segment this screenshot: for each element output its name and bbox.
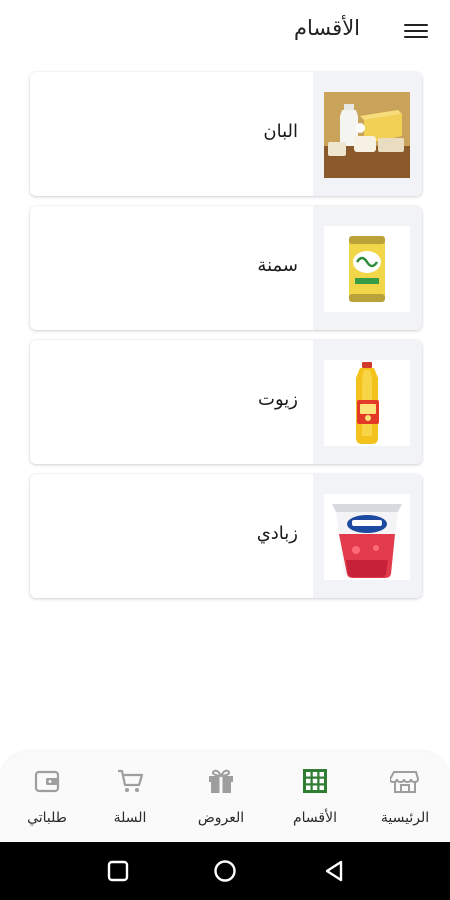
category-card-ghee[interactable]: سمنة xyxy=(30,206,422,330)
bottom-navigation: الرئيسية الأقسام العروض السلة طلباتي xyxy=(0,752,450,842)
category-label: سمنة xyxy=(257,255,298,276)
recents-square-icon[interactable] xyxy=(106,859,130,883)
nav-label-cart: السلة xyxy=(113,810,147,826)
category-label: البان xyxy=(263,121,298,142)
category-list: البان سمنة زيوت زبادي xyxy=(30,72,422,608)
category-label: زبادي xyxy=(256,523,298,544)
nav-item-orders[interactable]: طلباتي xyxy=(2,764,92,836)
page-title: الأقسام xyxy=(294,16,360,40)
gift-icon xyxy=(206,766,236,796)
nav-label-home: الرئيسية xyxy=(380,810,430,826)
category-card-oils[interactable]: زيوت xyxy=(30,340,422,464)
yogurt-product-image xyxy=(324,494,410,580)
nav-item-cart[interactable]: السلة xyxy=(85,764,175,836)
ghee-product-image xyxy=(324,226,410,312)
back-triangle-icon[interactable] xyxy=(322,859,346,883)
wallet-icon xyxy=(32,766,62,796)
app-header: الأقسام xyxy=(0,0,450,62)
nav-item-offers[interactable]: العروض xyxy=(176,764,266,836)
home-circle-icon[interactable] xyxy=(213,859,237,883)
nav-item-home[interactable]: الرئيسية xyxy=(360,764,450,836)
hamburger-menu-icon[interactable] xyxy=(404,20,428,42)
nav-item-categories[interactable]: الأقسام xyxy=(270,764,360,836)
category-card-dairy[interactable]: البان xyxy=(30,72,422,196)
nav-label-orders: طلباتي xyxy=(27,810,67,826)
dairy-product-image xyxy=(324,92,410,178)
category-label: زيوت xyxy=(258,389,298,410)
oil-product-image xyxy=(324,360,410,446)
store-icon xyxy=(388,766,420,796)
grid-icon xyxy=(300,766,330,796)
cart-icon xyxy=(115,766,145,796)
nav-label-offers: العروض xyxy=(197,810,245,826)
system-navigation-bar xyxy=(0,842,450,900)
nav-label-categories: الأقسام xyxy=(293,810,337,826)
category-card-yogurt[interactable]: زبادي xyxy=(30,474,422,598)
